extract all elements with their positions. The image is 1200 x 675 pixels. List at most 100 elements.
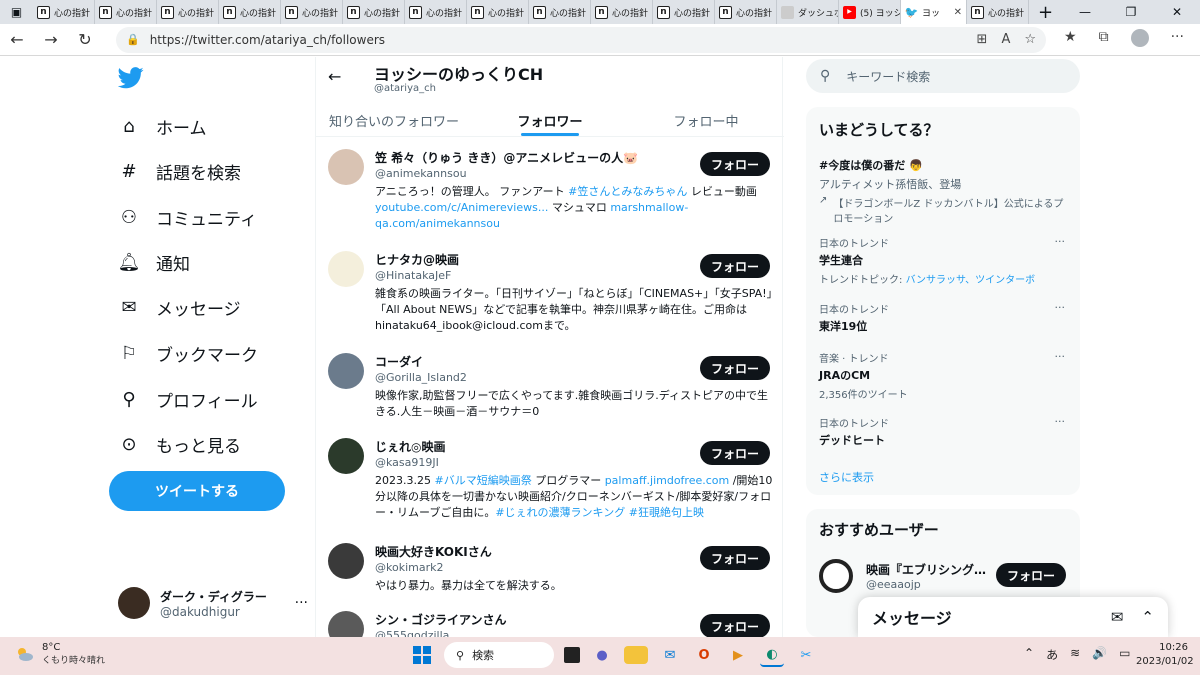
trend-item[interactable]: #今度は僕の番だ 👦 アルティメット孫悟飯、登場 ↗ 【ドラゴンボールZ ドッカ… bbox=[819, 155, 1069, 225]
browser-tab[interactable]: n 心の指針 bbox=[653, 0, 715, 24]
sidebar-item-more[interactable]: ⊙ もっと見る bbox=[118, 432, 241, 457]
browser-tab[interactable]: ▶ (5) ヨッシ bbox=[839, 0, 901, 24]
avatar[interactable] bbox=[328, 149, 364, 185]
browser-tab[interactable]: n 心の指針 bbox=[591, 0, 653, 24]
clock[interactable]: 10:26 2023/01/02 bbox=[1136, 641, 1194, 669]
trend-item[interactable]: 日本のトレンド 東洋19位 ··· bbox=[819, 301, 1069, 334]
media-player-icon[interactable]: ▶ bbox=[726, 643, 750, 667]
minimize-icon[interactable]: — bbox=[1062, 5, 1108, 19]
avatar[interactable] bbox=[328, 543, 364, 579]
show-more-link[interactable]: さらに表示 bbox=[819, 469, 874, 485]
browser-tab[interactable]: n 心の指針 bbox=[95, 0, 157, 24]
weather-widget[interactable]: 8°C くもり時々晴れ bbox=[14, 642, 105, 666]
twitter-bird-icon[interactable] bbox=[118, 67, 144, 89]
tab-followers[interactable]: フォロワー bbox=[472, 101, 628, 136]
edge-browser-icon[interactable]: ◐ bbox=[760, 643, 784, 667]
windows-start-icon[interactable] bbox=[410, 643, 434, 667]
trend-item[interactable]: 日本のトレンド 学生連合 トレンドトピック: バンサラッサ、ツインターボ ··· bbox=[819, 235, 1069, 286]
sidebar-item-community[interactable]: ⚇ コミュニティ bbox=[118, 205, 257, 230]
follow-button[interactable]: フォロー bbox=[700, 614, 770, 637]
follower-name[interactable]: 映画大好きKOKIさん bbox=[375, 543, 492, 560]
new-message-icon[interactable]: ✉ bbox=[1111, 608, 1124, 626]
expand-icon[interactable]: ⌃ bbox=[1141, 608, 1154, 626]
sidebar-item-bookmark[interactable]: ⚐ ブックマーク bbox=[118, 341, 258, 366]
follow-button[interactable]: フォロー bbox=[700, 441, 770, 465]
trend-item[interactable]: 音楽 · トレンド JRAのCM 2,356件のツイート ··· bbox=[819, 350, 1069, 401]
mail-app-icon[interactable]: ✉ bbox=[658, 643, 682, 667]
account-switcher[interactable]: ダーク・ディグラー @dakudhigur ··· bbox=[118, 587, 308, 619]
sidebar-item-profile[interactable]: ⚲ プロフィール bbox=[118, 387, 257, 412]
new-tab-button[interactable]: + bbox=[1029, 0, 1062, 24]
trend-more-icon[interactable]: ··· bbox=[1055, 301, 1066, 314]
chevron-up-icon[interactable]: ⌃ bbox=[1024, 646, 1034, 663]
menu-dots-icon[interactable]: ··· bbox=[1171, 29, 1184, 51]
browser-tab[interactable]: ダッシュボ bbox=[777, 0, 839, 24]
trend-topic-links[interactable]: バンサラッサ、ツインターボ bbox=[906, 275, 1036, 286]
avatar[interactable] bbox=[328, 611, 364, 637]
follow-button[interactable]: フォロー bbox=[700, 546, 770, 570]
sidebar-item-home[interactable]: ⌂ ホーム bbox=[118, 114, 206, 139]
follow-button[interactable]: フォロー bbox=[700, 152, 770, 176]
follower-name[interactable]: コーダイ bbox=[375, 353, 423, 370]
avatar[interactable] bbox=[328, 251, 364, 287]
sidebar-item-hashtag[interactable]: # 話題を検索 bbox=[118, 159, 241, 184]
maximize-icon[interactable]: ❐ bbox=[1108, 5, 1154, 19]
bio-link[interactable]: #狂覗絶句上映 bbox=[629, 506, 704, 519]
taskbar-search[interactable]: ⚲ 検索 bbox=[444, 642, 554, 668]
bio-link[interactable]: palmaff.jimdofree.com bbox=[605, 474, 730, 487]
browser-tab[interactable]: n 心の指針 bbox=[715, 0, 777, 24]
url-bar[interactable]: 🔒 https://twitter.com/atariya_ch/followe… bbox=[116, 26, 1046, 53]
file-explorer-icon[interactable] bbox=[624, 646, 648, 664]
collections-icon[interactable]: ⧉ bbox=[1099, 29, 1109, 51]
follower-name[interactable]: シン・ゴジライアンさん bbox=[375, 611, 507, 628]
refresh-icon[interactable]: ↻ bbox=[68, 30, 102, 49]
trend-more-icon[interactable]: ··· bbox=[1055, 235, 1066, 248]
follower-name[interactable]: じぇれ◎映画 bbox=[375, 438, 445, 455]
browser-tab[interactable]: n 心の指針 bbox=[33, 0, 95, 24]
office-icon[interactable]: O bbox=[692, 643, 716, 667]
bio-link[interactable]: #バルマ短編映画祭 bbox=[434, 474, 531, 487]
close-icon[interactable]: ✕ bbox=[1154, 5, 1200, 19]
back-arrow-icon[interactable]: ← bbox=[328, 67, 341, 86]
trend-more-icon[interactable]: ··· bbox=[1055, 415, 1066, 428]
snipping-tool-icon[interactable]: ✂ bbox=[794, 643, 818, 667]
profile-avatar-icon[interactable] bbox=[1130, 28, 1149, 51]
browser-tab[interactable]: 🐦 ヨッ ✕ bbox=[901, 0, 967, 24]
messages-drawer[interactable]: メッセージ ✉ ⌃ bbox=[858, 597, 1168, 637]
browser-tab[interactable]: n 心の指針 bbox=[529, 0, 591, 24]
tweet-button[interactable]: ツイートする bbox=[109, 471, 285, 511]
follow-button[interactable]: フォロー bbox=[700, 254, 770, 278]
bio-link[interactable]: youtube.com/c/Animereviews... bbox=[375, 201, 548, 214]
read-aloud-icon[interactable]: A bbox=[1001, 32, 1010, 47]
wifi-icon[interactable]: ≋ bbox=[1070, 646, 1080, 663]
follower-name[interactable]: ヒナタカ@映画 bbox=[375, 251, 459, 268]
favorite-star-icon[interactable]: ☆ bbox=[1024, 32, 1036, 47]
browser-tab[interactable]: n 心の指針 bbox=[157, 0, 219, 24]
bio-link[interactable]: #じぇれの濃薄ランキング bbox=[495, 506, 625, 519]
close-tab-icon[interactable]: ✕ bbox=[954, 7, 962, 18]
avatar[interactable] bbox=[328, 438, 364, 474]
browser-tab[interactable]: n 心の指針 bbox=[405, 0, 467, 24]
follow-button[interactable]: フォロー bbox=[700, 356, 770, 380]
follower-name[interactable]: 笠 希々（りゅう きき）@アニメレビューの人🐷 bbox=[375, 149, 638, 166]
volume-icon[interactable]: 🔊 bbox=[1092, 646, 1107, 663]
sidebar-item-bell[interactable]: 🔔︎ 通知 bbox=[118, 250, 190, 275]
task-view-icon[interactable] bbox=[564, 647, 580, 663]
sidebar-item-mail[interactable]: ✉ メッセージ bbox=[118, 295, 240, 320]
browser-tab[interactable]: n 心の指針 bbox=[219, 0, 281, 24]
apps-icon[interactable]: ⊞ bbox=[977, 32, 988, 47]
trend-item[interactable]: 日本のトレンド デッドヒート ··· bbox=[819, 415, 1069, 448]
tab-following[interactable]: フォロー中 bbox=[628, 101, 784, 136]
ime-indicator[interactable]: あ bbox=[1046, 646, 1058, 663]
browser-tab[interactable]: n 心の指針 bbox=[967, 0, 1029, 24]
back-arrow-icon[interactable]: ← bbox=[0, 30, 34, 49]
browser-tab[interactable]: n 心の指針 bbox=[281, 0, 343, 24]
browser-tab[interactable]: n 心の指針 bbox=[467, 0, 529, 24]
tab-known-followers[interactable]: 知り合いのフォロワー bbox=[316, 101, 472, 136]
tab-actions-icon[interactable]: ▣ bbox=[0, 0, 33, 24]
battery-icon[interactable]: ▭ bbox=[1119, 646, 1130, 663]
chat-icon[interactable]: ● bbox=[590, 643, 614, 667]
forward-arrow-icon[interactable]: → bbox=[34, 30, 68, 49]
browser-tab[interactable]: n 心の指針 bbox=[343, 0, 405, 24]
trend-more-icon[interactable]: ··· bbox=[1055, 350, 1066, 363]
